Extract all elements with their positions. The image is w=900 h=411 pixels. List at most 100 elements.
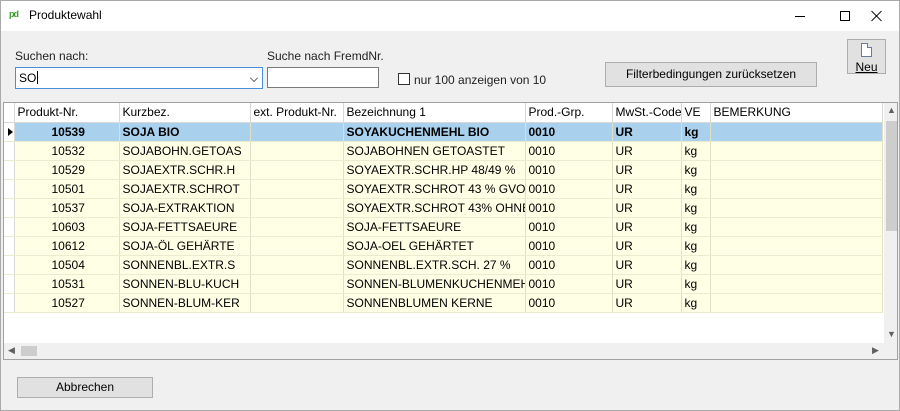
cell-ve[interactable]: kg [681, 122, 711, 142]
row-indicator[interactable] [4, 236, 15, 256]
row-indicator[interactable] [4, 198, 15, 218]
cell-mwst-code[interactable]: UR [612, 179, 682, 199]
cell-mwst-code[interactable]: UR [612, 198, 682, 218]
cell-bemerkung[interactable] [710, 160, 883, 180]
column-header-prod-grp[interactable]: Prod.-Grp. [525, 103, 613, 123]
cell-bemerkung[interactable] [710, 141, 883, 161]
table-row[interactable]: 10537 SOJA-EXTRAKTION SOYAEXTR.SCHROT 43% … [4, 198, 883, 218]
reset-filter-button[interactable]: Filterbedingungen zurücksetzen [605, 62, 817, 87]
chevron-down-icon[interactable] [250, 74, 258, 82]
cell-ext-produkt-nr[interactable] [250, 274, 344, 294]
close-button[interactable] [854, 1, 899, 31]
row-indicator[interactable] [4, 293, 15, 313]
cell-ve[interactable]: kg [681, 236, 711, 256]
cell-produkt-nr[interactable]: 10603 [14, 217, 120, 237]
cell-bezeichnung[interactable]: SOYAEXTR.SCHR.HP 48/49 % [343, 160, 526, 180]
column-header-bezeichnung[interactable]: Bezeichnung 1 [343, 103, 526, 123]
column-header-bemerkung[interactable]: BEMERKUNG [710, 103, 883, 123]
cell-ve[interactable]: kg [681, 198, 711, 218]
cell-bemerkung[interactable] [710, 179, 883, 199]
cell-ext-produkt-nr[interactable] [250, 141, 344, 161]
cell-bezeichnung[interactable]: SOJA-FETTSAEURE [343, 217, 526, 237]
row-indicator[interactable] [4, 255, 15, 275]
cell-bezeichnung[interactable]: SOYAEXTR.SCHROT 43 % GVO [343, 179, 526, 199]
cell-kurzbez[interactable]: SOJA-FETTSAEURE [119, 217, 251, 237]
scroll-right-icon[interactable]: ▶ [868, 345, 883, 356]
cell-produkt-nr[interactable]: 10539 [14, 122, 120, 142]
horizontal-scroll-thumb[interactable] [21, 346, 37, 356]
table-row[interactable]: 10532 SOJABOHN.GETOAS SOJABOHNEN GETOASTET… [4, 141, 883, 161]
cell-produkt-nr[interactable]: 10532 [14, 141, 120, 161]
table-row[interactable]: 10612 SOJA-ÖL GEHÄRTE SOJA-OEL GEHÄRTET 001… [4, 236, 883, 256]
cell-bemerkung[interactable] [710, 255, 883, 275]
cell-kurzbez[interactable]: SOJABOHN.GETOAS [119, 141, 251, 161]
cell-bemerkung[interactable] [710, 293, 883, 313]
cell-bemerkung[interactable] [710, 122, 883, 142]
table-row[interactable]: 10603 SOJA-FETTSAEURE SOJA-FETTSAEURE 0010 U… [4, 217, 883, 237]
cell-kurzbez[interactable]: SONNEN-BLU-KUCH [119, 274, 251, 294]
cell-produkt-nr[interactable]: 10531 [14, 274, 120, 294]
cell-ext-produkt-nr[interactable] [250, 122, 344, 142]
cell-mwst-code[interactable]: UR [612, 141, 682, 161]
cell-produkt-nr[interactable]: 10527 [14, 293, 120, 313]
table-row[interactable]: 10501 SOJAEXTR.SCHROT SOYAEXTR.SCHROT 43 %… [4, 179, 883, 199]
cell-produkt-nr[interactable]: 10537 [14, 198, 120, 218]
new-button[interactable]: Neu [847, 39, 886, 74]
cell-ve[interactable]: kg [681, 255, 711, 275]
cell-mwst-code[interactable]: UR [612, 236, 682, 256]
scroll-left-icon[interactable]: ◀ [4, 345, 19, 356]
table-row[interactable]: 10527 SONNEN-BLUM-KER SONNENBLUMEN KERNE 00… [4, 293, 883, 313]
cell-ext-produkt-nr[interactable] [250, 293, 344, 313]
cell-ext-produkt-nr[interactable] [250, 255, 344, 275]
minimize-button[interactable] [777, 1, 822, 31]
cell-ve[interactable]: kg [681, 217, 711, 237]
cancel-button[interactable]: Abbrechen [17, 377, 153, 398]
table-row[interactable]: 10539 SOJA BIO SOYAKUCHENMEHL BIO 0010 UR kg [4, 122, 883, 142]
search-input[interactable]: SO [19, 71, 39, 85]
cell-prod-grp[interactable]: 0010 [525, 198, 613, 218]
cell-bemerkung[interactable] [710, 274, 883, 294]
cell-produkt-nr[interactable]: 10504 [14, 255, 120, 275]
horizontal-scrollbar[interactable]: ◀ ▶ [4, 343, 884, 359]
cell-produkt-nr[interactable]: 10529 [14, 160, 120, 180]
title-bar[interactable]: pd Produktewahl [1, 1, 899, 31]
row-indicator[interactable] [4, 141, 15, 161]
row-indicator[interactable] [4, 217, 15, 237]
cell-bemerkung[interactable] [710, 198, 883, 218]
cell-ve[interactable]: kg [681, 179, 711, 199]
cell-kurzbez[interactable]: SONNENBL.EXTR.S [119, 255, 251, 275]
cell-prod-grp[interactable]: 0010 [525, 217, 613, 237]
cell-bezeichnung[interactable]: SONNENBL.EXTR.SCH. 27 % [343, 255, 526, 275]
cell-bemerkung[interactable] [710, 236, 883, 256]
cell-bezeichnung[interactable]: SOYAKUCHENMEHL BIO [343, 122, 526, 142]
limit-checkbox[interactable] [398, 73, 410, 85]
product-grid[interactable]: Produkt-Nr. Kurzbez. ext. Produkt-Nr. Be… [3, 102, 898, 360]
cell-kurzbez[interactable]: SOJAEXTR.SCHR.H [119, 160, 251, 180]
cell-bezeichnung[interactable]: SOJA-OEL GEHÄRTET [343, 236, 526, 256]
cell-bezeichnung[interactable]: SONNENBLUMEN KERNE [343, 293, 526, 313]
cell-prod-grp[interactable]: 0010 [525, 141, 613, 161]
column-header-ext-produkt-nr[interactable]: ext. Produkt-Nr. [250, 103, 344, 123]
fremdnr-input[interactable] [267, 67, 379, 88]
table-row[interactable]: 10529 SOJAEXTR.SCHR.H SOYAEXTR.SCHR.HP 48/… [4, 160, 883, 180]
cell-prod-grp[interactable]: 0010 [525, 179, 613, 199]
column-header-mwst-code[interactable]: MwSt.-Code [612, 103, 682, 123]
scroll-down-icon[interactable]: ▼ [884, 329, 897, 339]
cell-mwst-code[interactable]: UR [612, 274, 682, 294]
cell-prod-grp[interactable]: 0010 [525, 255, 613, 275]
cell-bemerkung[interactable] [710, 217, 883, 237]
cell-kurzbez[interactable]: SOJA-ÖL GEHÄRTE [119, 236, 251, 256]
vertical-scroll-thumb[interactable] [886, 121, 897, 231]
cell-mwst-code[interactable]: UR [612, 122, 682, 142]
cell-prod-grp[interactable]: 0010 [525, 122, 613, 142]
column-header-kurzbez[interactable]: Kurzbez. [119, 103, 251, 123]
cell-ext-produkt-nr[interactable] [250, 198, 344, 218]
row-indicator[interactable] [4, 179, 15, 199]
table-row[interactable]: 10504 SONNENBL.EXTR.S SONNENBL.EXTR.SCH. 2… [4, 255, 883, 275]
cell-kurzbez[interactable]: SOJA BIO [119, 122, 251, 142]
cell-ext-produkt-nr[interactable] [250, 217, 344, 237]
cell-bezeichnung[interactable]: SOJABOHNEN GETOASTET [343, 141, 526, 161]
cell-prod-grp[interactable]: 0010 [525, 293, 613, 313]
cell-kurzbez[interactable]: SOJA-EXTRAKTION [119, 198, 251, 218]
cell-kurzbez[interactable]: SONNEN-BLUM-KER [119, 293, 251, 313]
